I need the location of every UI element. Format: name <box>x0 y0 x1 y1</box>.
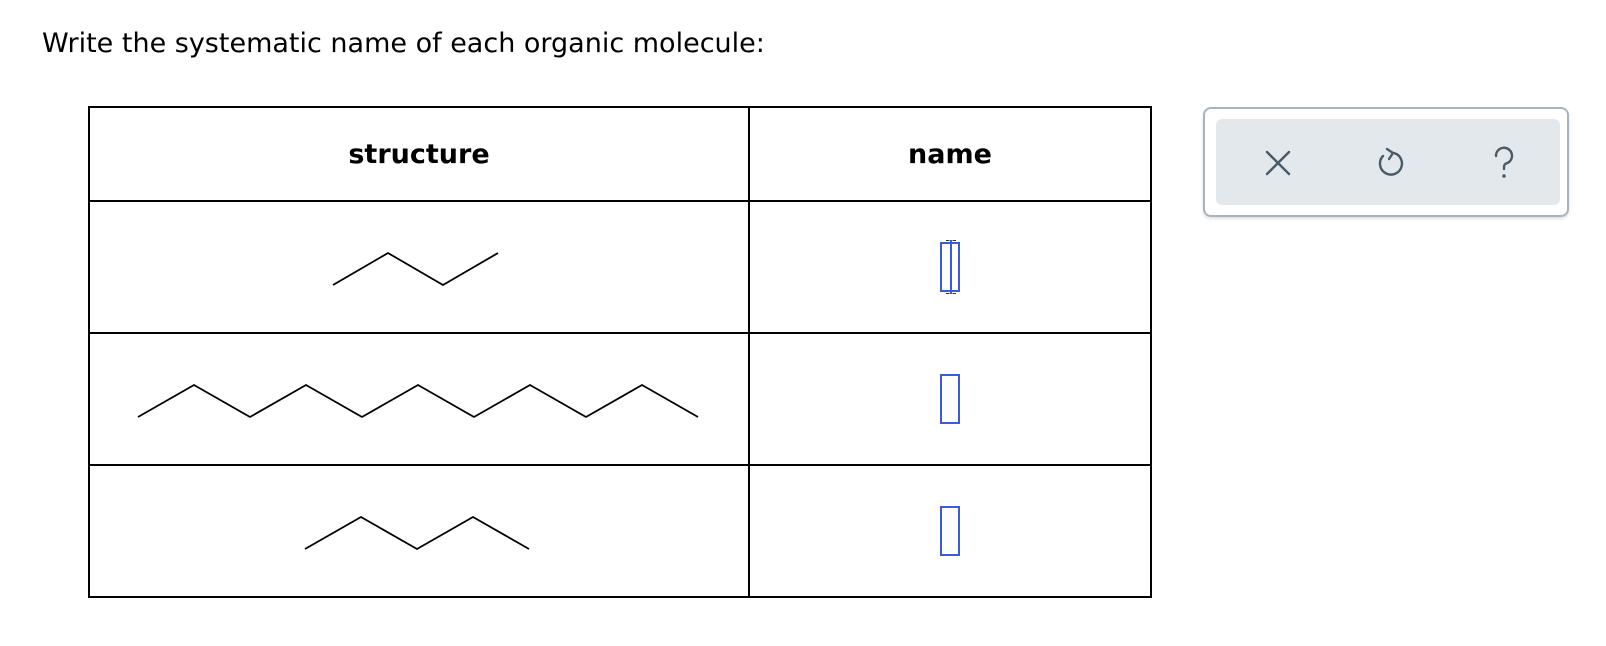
structure-cell <box>88 200 750 334</box>
name-cell <box>748 332 1152 466</box>
structure-cell <box>88 464 750 598</box>
table-row <box>88 200 1152 334</box>
skeletal-structure-10-carbon-chain <box>137 383 699 419</box>
answer-toolbar <box>1203 107 1569 217</box>
structure-column-header: structure <box>88 106 750 202</box>
table-row <box>88 332 1152 466</box>
structure-cell <box>88 332 750 466</box>
text-cursor-bottom <box>946 293 956 294</box>
name-input-2[interactable] <box>940 374 960 424</box>
table-row <box>88 464 1152 598</box>
name-cell <box>748 200 1152 334</box>
undo-icon <box>1378 147 1404 176</box>
help-icon <box>1494 146 1514 178</box>
help-button[interactable] <box>1486 145 1522 181</box>
skeletal-structure-4-carbon-chain <box>304 515 530 551</box>
question-prompt: Write the systematic name of each organi… <box>42 28 765 59</box>
undo-button[interactable] <box>1372 145 1408 181</box>
name-column-header: name <box>748 106 1152 202</box>
toolbar-panel <box>1216 119 1560 205</box>
skeletal-structure-4-carbon-chain <box>332 251 499 287</box>
close-icon <box>1265 150 1291 176</box>
table-header-row: structure name <box>88 106 1152 202</box>
answer-table: structure name <box>88 106 1152 598</box>
name-input-3[interactable] <box>940 506 960 556</box>
text-cursor-top <box>946 240 956 241</box>
clear-button[interactable] <box>1260 145 1296 181</box>
name-input-1[interactable] <box>940 240 960 294</box>
name-cell <box>748 464 1152 598</box>
